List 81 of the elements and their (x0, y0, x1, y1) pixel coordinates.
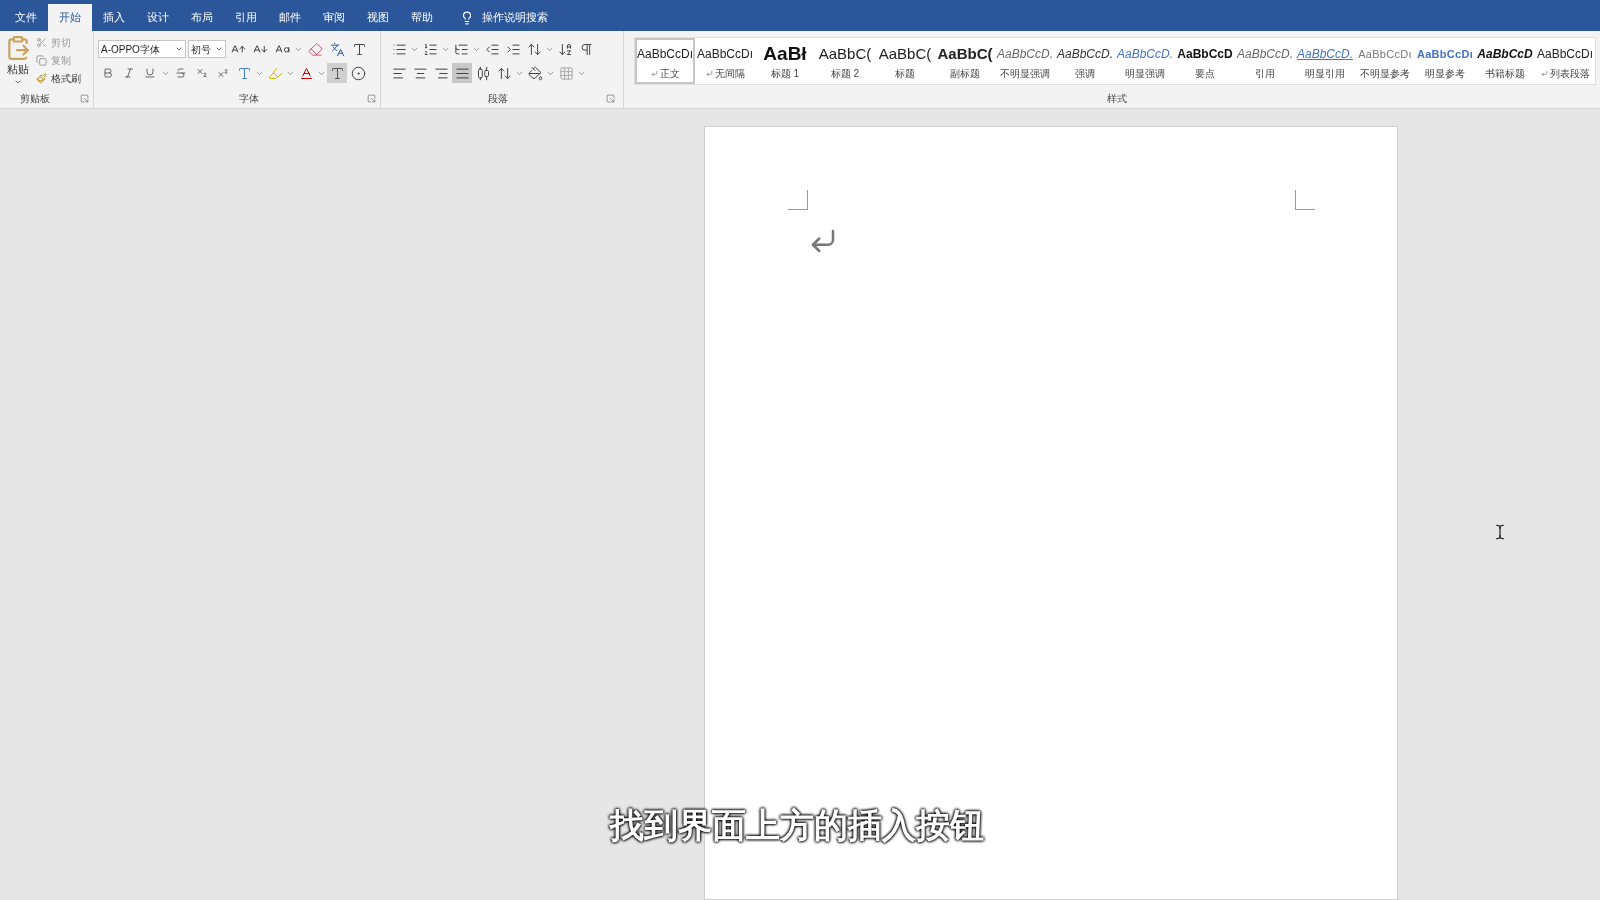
style-preset[interactable]: AaBbCcD 书籍标题 (1475, 38, 1535, 84)
style-preview: AaBbCcD. (1057, 45, 1113, 63)
style-label: 标题 2 (830, 66, 860, 81)
style-label: 列表段落 (1549, 66, 1590, 81)
style-label: 明显强调 (1125, 66, 1165, 81)
style-label: 引用 (1255, 66, 1275, 81)
dialog-launcher-icon[interactable] (606, 94, 615, 103)
menu-tab[interactable]: 审阅 (312, 4, 356, 31)
style-preset[interactable]: AaBbC( 标题 (875, 38, 935, 84)
style-preview: AaBbC( (818, 43, 872, 64)
font-name-dropdown[interactable]: A-OPPO字体 (98, 40, 186, 58)
paintbrush-icon (36, 73, 47, 84)
style-label: 标题 1 (770, 66, 800, 81)
style-preset[interactable]: AaBbCcDı 列表段落 (1535, 38, 1595, 84)
style-label: 明显引用 (1305, 66, 1345, 81)
font-size-dropdown[interactable]: 初号 (188, 40, 226, 58)
dialog-launcher-icon[interactable] (367, 94, 376, 103)
style-preset[interactable]: AaBbCcDı 明显参考 (1415, 38, 1475, 84)
style-preset[interactable]: AaBbCcD. 明显强调 (1115, 38, 1175, 84)
style-preset[interactable]: AaBbC( 副标题 (935, 38, 995, 84)
margin-corner-mark (788, 190, 808, 210)
video-caption: 找到界面上方的插入按钮 (610, 805, 984, 847)
style-preset[interactable]: AaBbCcD. 明显引用 (1295, 38, 1355, 84)
style-preview: AaBbCcD. (1297, 45, 1353, 63)
menu-tab[interactable]: 插入 (92, 4, 136, 31)
style-label: 强调 (1075, 66, 1095, 81)
style-preview: AaBbCcDı (1417, 46, 1473, 62)
style-label: 副标题 (950, 66, 980, 81)
scissors-icon (36, 37, 47, 48)
tell-me-search-field[interactable]: 操作说明搜索 (482, 9, 592, 26)
group-label: 样式 (1107, 92, 1127, 106)
style-preview: AaBbCcD (1477, 45, 1533, 63)
style-preset[interactable]: AaBbCcD. 强调 (1055, 38, 1115, 84)
menu-tab[interactable]: 布局 (180, 4, 224, 31)
dropdown-caret-icon (215, 45, 223, 53)
style-label: 书籍标题 (1485, 66, 1525, 81)
style-preview: AaBbCcDı (1358, 46, 1412, 62)
style-preview: AaBbCcDı (697, 45, 753, 63)
style-preview: AaBbCcDı (637, 45, 693, 63)
margin-corner-mark (1295, 190, 1315, 210)
style-label: 无间隔 (714, 66, 745, 81)
format-painter-button[interactable]: 格式刷 (36, 71, 81, 86)
menu-tab[interactable]: 文件 (4, 4, 48, 31)
menu-tab[interactable]: 视图 (356, 4, 400, 31)
style-preview: AaBbC( (937, 43, 993, 64)
lightbulb-icon (460, 10, 474, 25)
menu-tab[interactable]: 引用 (224, 4, 268, 31)
style-label: 正文 (659, 66, 680, 81)
paste-button[interactable]: 粘贴 (4, 35, 32, 91)
style-preset[interactable]: AaBbCcDı 无间隔 (695, 38, 755, 84)
style-preset[interactable]: AaBbCcD. 不明显强调 (995, 38, 1055, 84)
style-preset[interactable]: AaBbCcD 要点 (1175, 38, 1235, 84)
style-preset[interactable]: AaBbCcD. 引用 (1235, 38, 1295, 84)
menu-tab[interactable]: 邮件 (268, 4, 312, 31)
style-preset[interactable]: AaBbCcDı 正文 (635, 38, 695, 84)
dialog-launcher-icon[interactable] (80, 94, 89, 103)
clipboard-icon (5, 35, 31, 61)
copy-icon (36, 55, 47, 66)
dropdown-caret-icon (175, 45, 183, 53)
style-preview: AaBbCcD (1177, 45, 1233, 63)
style-label: 不明显参考 (1360, 66, 1410, 81)
style-preview: AaBbCcD. (997, 45, 1053, 63)
style-preview: AaBbCcD. (1237, 45, 1293, 63)
style-preview: AaBbC( (878, 43, 932, 64)
style-preset[interactable]: AaBł 标题 1 (755, 38, 815, 84)
justify-icon[interactable] (452, 63, 472, 83)
menu-tab[interactable]: 设计 (136, 4, 180, 31)
style-preset[interactable]: AaBbCcDı 不明显参考 (1355, 38, 1415, 84)
style-preset[interactable]: AaBbC( 标题 2 (815, 38, 875, 84)
style-preview: AaBbCcDı (1537, 45, 1593, 63)
menu-tab[interactable]: 帮助 (400, 4, 444, 31)
style-preview: AaBł (763, 41, 807, 66)
style-label: 标题 (895, 66, 915, 81)
group-label: 段落 (487, 92, 508, 106)
group-label: 字体 (238, 92, 259, 106)
menu-tab[interactable]: 开始 (48, 4, 92, 31)
style-preview: AaBbCcD. (1117, 45, 1173, 63)
group-label: 剪贴板 (20, 92, 50, 106)
style-label: 要点 (1195, 66, 1215, 81)
style-label: 不明显强调 (1000, 66, 1050, 81)
style-label: 明显参考 (1425, 66, 1465, 81)
